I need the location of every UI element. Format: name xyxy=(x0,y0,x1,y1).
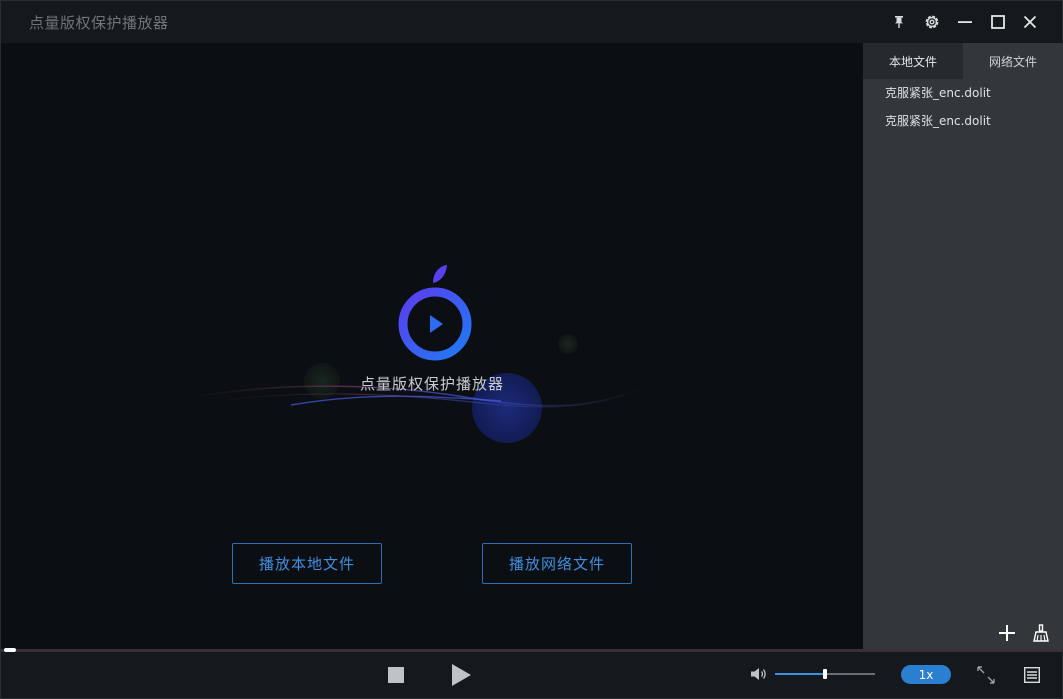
playlist-sidebar: 本地文件 网络文件 克服紧张_enc.dolit 克服紧张_enc.dolit xyxy=(863,43,1063,649)
playlist-icon[interactable] xyxy=(1022,665,1042,685)
gear-icon[interactable] xyxy=(921,11,943,33)
player-window: 点量版权保护播放器 点量版权保护播放器 播放本地文件 播放网络文件 本地文件 网… xyxy=(0,0,1063,699)
video-area[interactable]: 点量版权保护播放器 播放本地文件 播放网络文件 xyxy=(1,43,863,649)
tab-network-files[interactable]: 网络文件 xyxy=(963,43,1063,79)
play-icon[interactable] xyxy=(449,663,473,687)
close-icon[interactable] xyxy=(1019,11,1041,33)
play-network-file-button[interactable]: 播放网络文件 xyxy=(482,543,632,584)
maximize-icon[interactable] xyxy=(987,11,1009,33)
sidebar-tabs: 本地文件 网络文件 xyxy=(863,43,1063,79)
control-bar: 1x xyxy=(1,652,1062,698)
file-list: 克服紧张_enc.dolit 克服紧张_enc.dolit xyxy=(863,79,1063,135)
volume-handle[interactable] xyxy=(823,669,827,679)
play-local-file-button[interactable]: 播放本地文件 xyxy=(232,543,382,584)
list-item[interactable]: 克服紧张_enc.dolit xyxy=(863,107,1063,135)
pin-icon[interactable] xyxy=(888,11,910,33)
stop-icon[interactable] xyxy=(385,664,407,686)
list-item[interactable]: 克服紧张_enc.dolit xyxy=(863,79,1063,107)
fullscreen-icon[interactable] xyxy=(976,665,996,685)
player-logo-icon xyxy=(398,265,472,361)
minimize-icon[interactable] xyxy=(954,11,976,33)
tab-local-files[interactable]: 本地文件 xyxy=(863,43,963,79)
broom-icon[interactable] xyxy=(1031,623,1051,643)
app-title: 点量版权保护播放器 xyxy=(29,14,169,32)
volume-slider[interactable] xyxy=(775,669,875,679)
title-bar[interactable]: 点量版权保护播放器 xyxy=(1,1,1062,43)
volume-fill xyxy=(775,673,825,675)
volume-icon[interactable] xyxy=(749,665,769,683)
speed-button[interactable]: 1x xyxy=(901,665,951,684)
splash-title: 点量版权保护播放器 xyxy=(359,375,504,393)
splash-background xyxy=(180,265,652,443)
plus-icon[interactable] xyxy=(997,623,1017,643)
